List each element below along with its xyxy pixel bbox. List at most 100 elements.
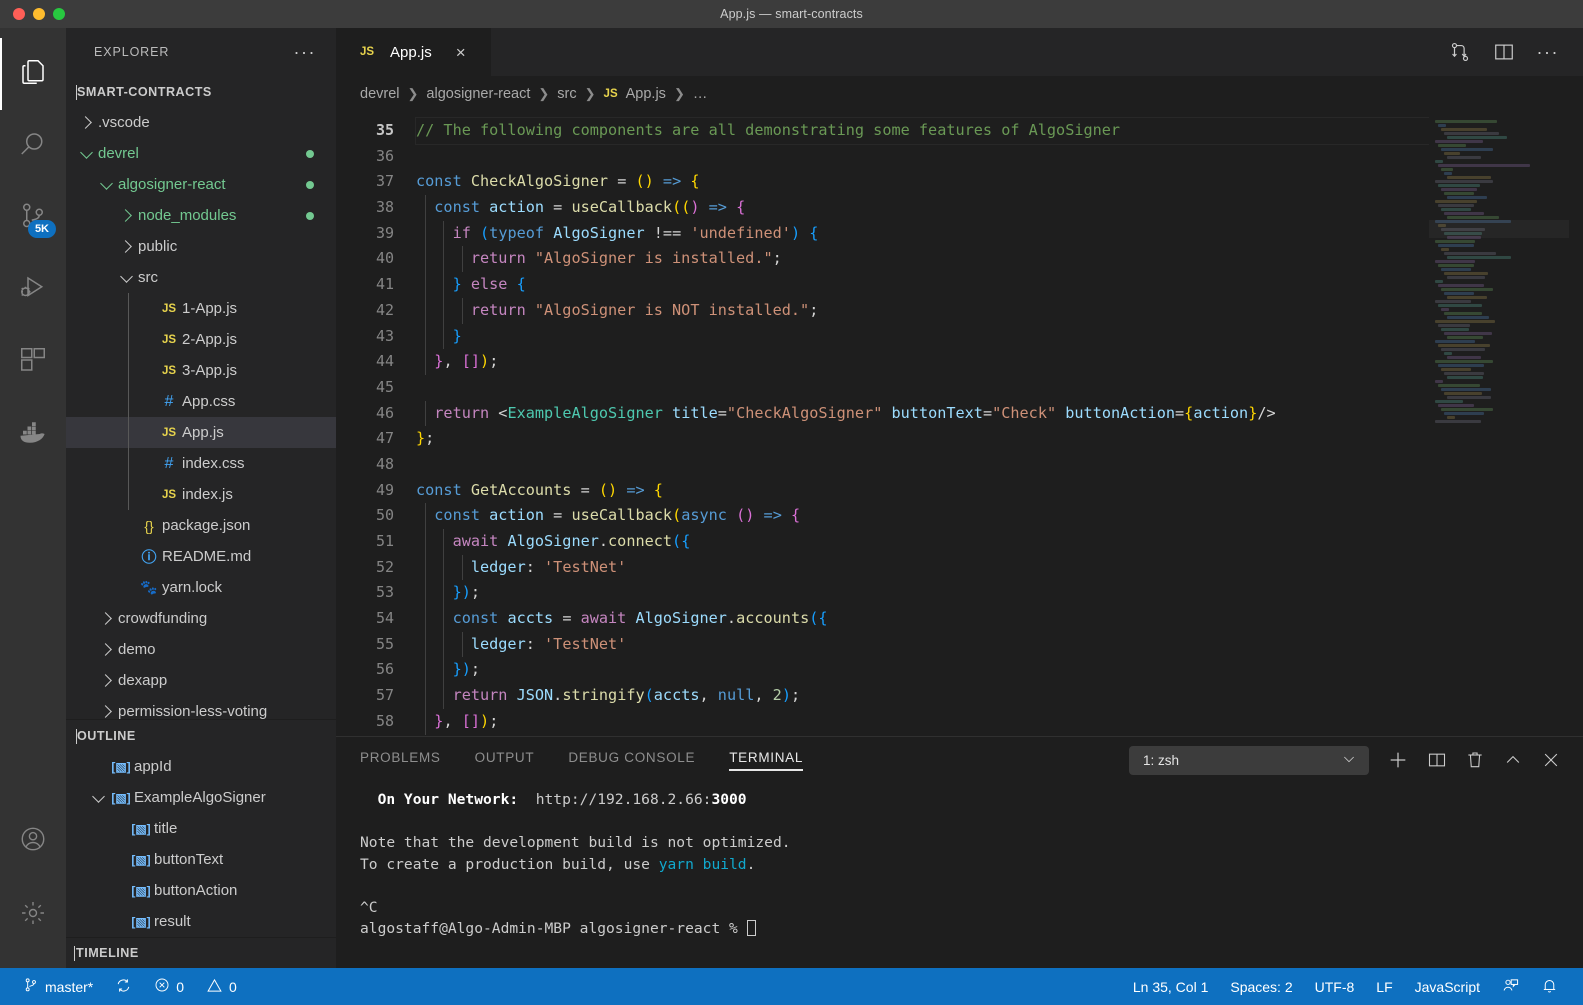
indent-guide: [443, 683, 445, 709]
terminal-selector[interactable]: 1: zsh: [1129, 745, 1369, 775]
tree-item--vscode[interactable]: .vscode: [66, 107, 336, 138]
tree-item-public[interactable]: public: [66, 231, 336, 262]
git-modified-indicator: [306, 149, 314, 158]
code-token: accts: [653, 686, 700, 705]
tree-item-package-json[interactable]: {} package.json: [66, 510, 336, 541]
minimap-line: [1447, 216, 1499, 219]
outline-item-examplealgosigner[interactable]: [▧] ExampleAlgoSigner: [66, 782, 336, 813]
close-tab-button[interactable]: ×: [456, 44, 466, 61]
breadcrumb-item-algosigner-react[interactable]: algosigner-react: [426, 86, 530, 102]
breadcrumb-item-devrel[interactable]: devrel: [360, 86, 400, 102]
new-terminal-icon[interactable]: [1387, 749, 1409, 771]
code-editor[interactable]: 35 36 37 38 39 40 41 42 43 44 45 46 47 48 49 50 51 52 53 54…: [336, 112, 1583, 736]
activity-item-docker[interactable]: [0, 398, 66, 470]
terminal-line: To create a production build, use yarn b…: [360, 854, 1583, 876]
tree-item-devrel[interactable]: devrel: [66, 138, 336, 169]
tree-item-src[interactable]: src: [66, 262, 336, 293]
breadcrumb-item-src[interactable]: src: [557, 86, 576, 102]
status-language-mode[interactable]: JavaScript: [1404, 968, 1491, 1005]
tree-item-dexapp[interactable]: dexapp: [66, 665, 336, 696]
tree-item-crowdfunding[interactable]: crowdfunding: [66, 603, 336, 634]
sidebar-more-actions[interactable]: ···: [294, 43, 316, 61]
status-cursor-position[interactable]: Ln 35, Col 1: [1122, 968, 1220, 1005]
activity-item-extensions[interactable]: [0, 326, 66, 398]
tree-item-node-modules[interactable]: node_modules: [66, 200, 336, 231]
minimap-line: [1441, 208, 1471, 211]
split-editor-icon[interactable]: [1493, 41, 1515, 63]
indent-guide: [128, 417, 129, 448]
breadcrumb-item-app-js[interactable]: App.js: [626, 86, 666, 102]
code-content[interactable]: // The following components are all demo…: [410, 112, 1429, 736]
close-panel-icon[interactable]: [1541, 750, 1561, 770]
tree-item-permission-less-voting[interactable]: permission-less-voting: [66, 696, 336, 719]
activity-item-accounts[interactable]: [0, 804, 66, 878]
tree-item-readme-md[interactable]: ⓘ README.md: [66, 541, 336, 572]
code-token: {: [690, 172, 700, 191]
tab-debug-console[interactable]: DEBUG CONSOLE: [568, 750, 695, 771]
outline-header[interactable]: OUTLINE: [66, 720, 336, 751]
minimap[interactable]: [1429, 112, 1569, 736]
outline-item-buttonaction[interactable]: [▧] buttonAction: [66, 875, 336, 906]
status-errors[interactable]: 0: [143, 968, 195, 1005]
tree-item-3-app-js[interactable]: JS 3-App.js: [66, 355, 336, 386]
chevron-right-icon: [76, 116, 96, 129]
outline-item-title[interactable]: [▧] title: [66, 813, 336, 844]
status-sync[interactable]: [104, 968, 143, 1005]
editor-scrollbar[interactable]: [1569, 112, 1583, 736]
tree-item-1-app-js[interactable]: JS 1-App.js: [66, 293, 336, 324]
tree-item-app-css[interactable]: # App.css: [66, 386, 336, 417]
breadcrumb-item-symbols[interactable]: …: [693, 86, 708, 102]
status-indentation[interactable]: Spaces: 2: [1219, 968, 1303, 1005]
outline-item-buttontext[interactable]: [▧] buttonText: [66, 844, 336, 875]
outline-item-appid[interactable]: [▧] appId: [66, 751, 336, 782]
tree-item-app-js[interactable]: JS App.js: [66, 417, 336, 448]
status-warnings[interactable]: 0: [195, 968, 248, 1005]
timeline-header[interactable]: TIMELINE: [66, 937, 336, 968]
code-token: =>: [708, 198, 737, 217]
activity-item-search[interactable]: [0, 110, 66, 182]
tab-output[interactable]: OUTPUT: [475, 750, 535, 771]
minimap-line: [1435, 380, 1443, 383]
status-branch[interactable]: master*: [12, 968, 104, 1005]
line-number: 40: [375, 249, 394, 268]
more-actions-icon[interactable]: ···: [1537, 43, 1559, 61]
minimap-line: [1438, 304, 1482, 307]
outline-item-result[interactable]: [▧] result: [66, 906, 336, 937]
code-token: ledger: [416, 634, 526, 653]
terminal-output[interactable]: On Your Network: http://192.168.2.66:300…: [336, 783, 1583, 968]
activity-item-source-control[interactable]: 5K: [0, 182, 66, 254]
symbol-variable-icon: [▧]: [131, 852, 151, 867]
tree-item-index-css[interactable]: # index.css: [66, 448, 336, 479]
outline-item-label: result: [154, 913, 191, 931]
status-feedback[interactable]: [1491, 968, 1530, 1005]
code-token: .: [598, 532, 609, 550]
activity-item-settings[interactable]: [0, 878, 66, 952]
tree-item-demo[interactable]: demo: [66, 634, 336, 665]
status-notifications[interactable]: [1530, 968, 1569, 1005]
git-modified-indicator: [306, 180, 314, 189]
tab-terminal[interactable]: TERMINAL: [729, 750, 803, 771]
compare-changes-icon[interactable]: [1449, 41, 1471, 63]
activity-item-run-debug[interactable]: [0, 254, 66, 326]
status-eol[interactable]: LF: [1365, 968, 1403, 1005]
tree-root-header[interactable]: SMART-CONTRACTS: [66, 76, 336, 107]
minimap-line: [1438, 324, 1470, 327]
tree-item-label: 3-App.js: [182, 362, 238, 379]
split-terminal-icon[interactable]: [1427, 750, 1447, 770]
code-token: ;: [772, 249, 782, 268]
tree-item-2-app-js[interactable]: JS 2-App.js: [66, 324, 336, 355]
indent-guide: [443, 246, 445, 273]
tree-item-index-js[interactable]: JS index.js: [66, 479, 336, 510]
status-encoding[interactable]: UTF-8: [1304, 968, 1366, 1005]
tab-app-js[interactable]: JS App.js ×: [336, 28, 491, 76]
terminal-selector-value: 1: zsh: [1143, 752, 1180, 768]
tree-item-algosigner-react[interactable]: algosigner-react: [66, 169, 336, 200]
minimap-slider[interactable]: [1429, 220, 1569, 238]
tab-problems[interactable]: PROBLEMS: [360, 750, 441, 771]
kill-terminal-icon[interactable]: [1465, 750, 1485, 770]
tree-item-yarn-lock[interactable]: 🐾 yarn.lock: [66, 572, 336, 603]
activity-item-explorer[interactable]: [0, 38, 66, 110]
maximize-panel-icon[interactable]: [1503, 750, 1523, 770]
